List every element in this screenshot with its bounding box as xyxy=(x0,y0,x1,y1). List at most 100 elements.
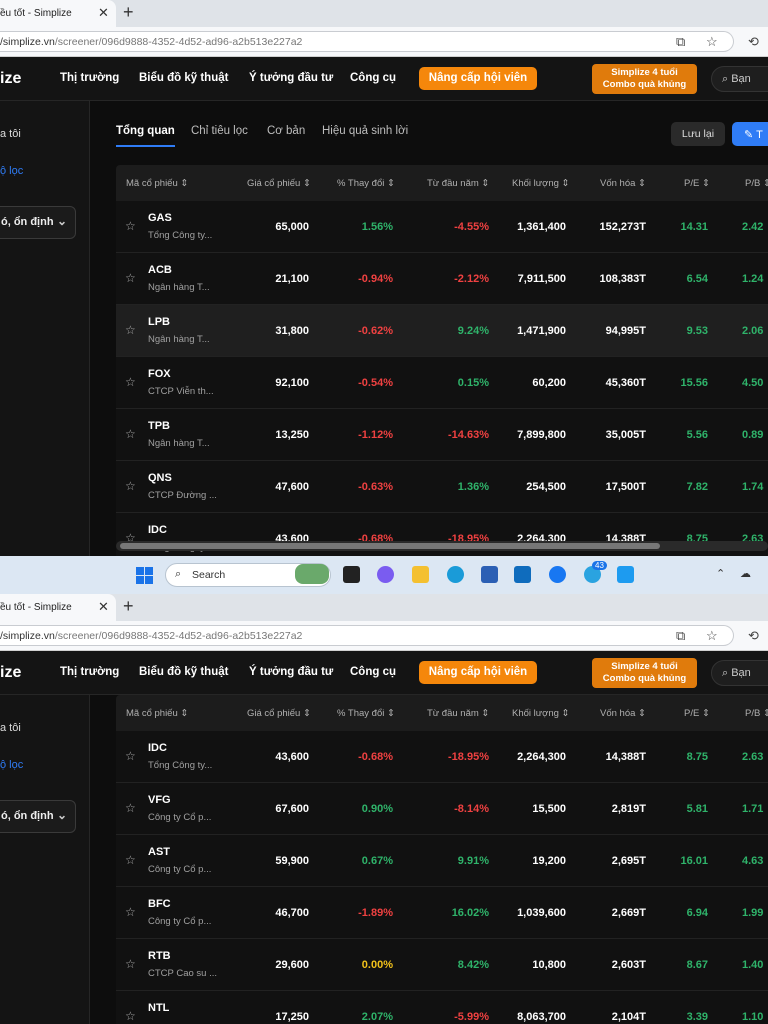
table-row[interactable]: ☆ AST Công ty Cổ p... 59,900 0.67% 9.91% 19,20… xyxy=(116,835,768,887)
simplize-logo[interactable]: ize xyxy=(0,664,21,682)
site-search[interactable]: ⌕ Bạn xyxy=(711,660,768,686)
col-pe[interactable]: P/E ⇕ xyxy=(684,708,710,719)
col-price[interactable]: Giá cổ phiếu ⇕ xyxy=(247,178,311,189)
split-screen-icon[interactable]: ⧉ xyxy=(676,628,685,644)
create-button[interactable]: ✎ T xyxy=(732,122,768,146)
col-change[interactable]: % Thay đổi ⇕ xyxy=(337,178,395,189)
tab-profitability[interactable]: Hiệu quả sinh lời xyxy=(322,125,408,137)
col-pb[interactable]: P/B ⇕ xyxy=(745,178,768,189)
widget-icon[interactable] xyxy=(295,564,329,584)
nav-investment-ideas[interactable]: Ý tưởng đầu tư xyxy=(249,72,333,84)
stock-symbol[interactable]: RTB xyxy=(148,950,171,962)
tab-fundamentals[interactable]: Cơ bản xyxy=(267,125,305,137)
promo-banner[interactable]: Simplize 4 tuổi Combo quà khủng xyxy=(592,64,697,94)
col-price[interactable]: Giá cổ phiếu ⇕ xyxy=(247,708,311,719)
sidebar-filter-link[interactable]: ộ lọc xyxy=(0,759,23,771)
col-market-cap[interactable]: Vốn hóa ⇕ xyxy=(600,178,646,189)
browser-tab[interactable]: ều tốt - Simplize ✕ xyxy=(0,0,116,27)
col-change[interactable]: % Thay đổi ⇕ xyxy=(337,708,395,719)
scrollbar-thumb[interactable] xyxy=(120,543,660,549)
stock-symbol[interactable]: IDC xyxy=(148,742,167,754)
col-volume[interactable]: Khối lượng ⇕ xyxy=(512,708,570,719)
edge-browser-icon[interactable] xyxy=(447,566,464,583)
chevron-up-icon[interactable]: ⌃ xyxy=(716,567,725,580)
cloud-icon[interactable]: ☁ xyxy=(740,567,751,580)
star-icon[interactable]: ☆ xyxy=(125,1009,136,1023)
table-row[interactable]: ☆ LPB Ngân hàng T... 31,800 -0.62% 9.24% 1,471… xyxy=(116,305,768,357)
star-icon[interactable]: ☆ xyxy=(125,427,136,441)
table-row[interactable]: ☆ TPB Ngân hàng T... 13,250 -1.12% -14.63% 7,8… xyxy=(116,409,768,461)
star-icon[interactable]: ☆ xyxy=(125,749,136,763)
facebook-icon[interactable] xyxy=(549,566,566,583)
extensions-icon[interactable]: ⟲ xyxy=(748,628,759,644)
stock-symbol[interactable]: TPB xyxy=(148,420,170,432)
site-search[interactable]: ⌕ Bạn xyxy=(711,66,768,92)
stock-symbol[interactable]: BFC xyxy=(148,898,171,910)
col-symbol[interactable]: Mã cổ phiếu ⇕ xyxy=(126,178,188,189)
extensions-icon[interactable]: ⟲ xyxy=(748,34,759,50)
star-icon[interactable]: ☆ xyxy=(125,375,136,389)
windows-start-icon[interactable] xyxy=(136,567,153,584)
star-icon[interactable]: ☆ xyxy=(125,957,136,971)
nav-technical-chart[interactable]: Biểu đồ kỹ thuật xyxy=(139,666,228,678)
stock-symbol[interactable]: IDC xyxy=(148,524,167,536)
star-icon[interactable]: ☆ xyxy=(125,853,136,867)
stock-symbol[interactable]: ACB xyxy=(148,264,172,276)
table-row[interactable]: ☆ ACB Ngân hàng T... 21,100 -0.94% -2.12% 7,91… xyxy=(116,253,768,305)
table-row[interactable]: ☆ BFC Công ty Cổ p... 46,700 -1.89% 16.02% 1,0… xyxy=(116,887,768,939)
tab-filter-criteria[interactable]: Chỉ tiêu lọc xyxy=(191,125,248,137)
strategy-dropdown[interactable]: ó, ổn định ⌄ xyxy=(0,206,76,239)
col-symbol[interactable]: Mã cổ phiếu ⇕ xyxy=(126,708,188,719)
table-row[interactable]: ☆ QNS CTCP Đường ... 47,600 -0.63% 1.36% 254,5… xyxy=(116,461,768,513)
col-ytd[interactable]: Từ đầu năm ⇕ xyxy=(427,708,489,719)
address-bar[interactable]: /simplize.vn/screener/096d9888-4352-4d52… xyxy=(0,625,734,646)
simplize-logo[interactable]: ize xyxy=(0,70,21,88)
promo-banner[interactable]: Simplize 4 tuổi Combo quà khủng xyxy=(592,658,697,688)
table-row[interactable]: ☆ GAS Tổng Công ty... 65,000 1.56% -4.55% 1,36… xyxy=(116,201,768,253)
star-icon[interactable]: ☆ xyxy=(125,271,136,285)
col-pe[interactable]: P/E ⇕ xyxy=(684,178,710,189)
upgrade-button[interactable]: Nâng cấp hội viên xyxy=(419,67,537,90)
table-row[interactable]: ☆ FOX CTCP Viễn th... 92,100 -0.54% 0.15% 60,2… xyxy=(116,357,768,409)
table-row[interactable]: ☆ IDC Tổng Công ty... 43,600 -0.68% -18.95% 2,… xyxy=(116,731,768,783)
col-volume[interactable]: Khối lượng ⇕ xyxy=(512,178,570,189)
close-icon[interactable]: ✕ xyxy=(98,599,109,615)
col-pb[interactable]: P/B ⇕ xyxy=(745,708,768,719)
new-tab-button[interactable]: + xyxy=(123,2,134,23)
nav-market[interactable]: Thị trường xyxy=(60,72,119,84)
upgrade-button[interactable]: Nâng cấp hội viên xyxy=(419,661,537,684)
address-bar[interactable]: /simplize.vn/screener/096d9888-4352-4d52… xyxy=(0,31,734,52)
star-icon[interactable]: ☆ xyxy=(125,801,136,815)
col-ytd[interactable]: Từ đầu năm ⇕ xyxy=(427,178,489,189)
stock-symbol[interactable]: NTL xyxy=(148,1002,169,1014)
save-button[interactable]: Lưu lại xyxy=(671,122,725,146)
horizontal-scrollbar[interactable] xyxy=(116,541,768,551)
nav-technical-chart[interactable]: Biểu đồ kỹ thuật xyxy=(139,72,228,84)
table-row[interactable]: ☆ NTL 17,250 2.07% -5.99% 8,063,700 2,104T 3.39… xyxy=(116,991,768,1024)
table-row[interactable]: ☆ RTB CTCP Cao su ... 29,600 0.00% 8.42% 10,80… xyxy=(116,939,768,991)
stock-symbol[interactable]: GAS xyxy=(148,212,172,224)
close-icon[interactable]: ✕ xyxy=(98,5,109,21)
favorite-star-icon[interactable]: ☆ xyxy=(706,34,718,50)
col-market-cap[interactable]: Vốn hóa ⇕ xyxy=(600,708,646,719)
favorite-star-icon[interactable]: ☆ xyxy=(706,628,718,644)
strategy-dropdown[interactable]: ó, ổn định ⌄ xyxy=(0,800,76,833)
star-icon[interactable]: ☆ xyxy=(125,219,136,233)
stock-symbol[interactable]: QNS xyxy=(148,472,172,484)
star-icon[interactable]: ☆ xyxy=(125,323,136,337)
store-icon[interactable] xyxy=(481,566,498,583)
nav-investment-ideas[interactable]: Ý tưởng đầu tư xyxy=(249,666,333,678)
sidebar-filter-link[interactable]: ộ lọc xyxy=(0,165,23,177)
outlook-icon[interactable] xyxy=(514,566,531,583)
split-screen-icon[interactable]: ⧉ xyxy=(676,34,685,50)
stock-symbol[interactable]: LPB xyxy=(148,316,170,328)
task-view-icon[interactable] xyxy=(343,566,360,583)
copilot-icon[interactable] xyxy=(377,566,394,583)
nav-tools[interactable]: Công cụ xyxy=(350,72,396,84)
new-tab-button[interactable]: + xyxy=(123,596,134,617)
stock-symbol[interactable]: VFG xyxy=(148,794,171,806)
browser-tab[interactable]: ều tốt - Simplize ✕ xyxy=(0,594,116,621)
twitter-icon[interactable] xyxy=(617,566,634,583)
file-explorer-icon[interactable] xyxy=(412,566,429,583)
table-row[interactable]: ☆ VFG Công ty Cổ p... 67,600 0.90% -8.14% 15,5… xyxy=(116,783,768,835)
